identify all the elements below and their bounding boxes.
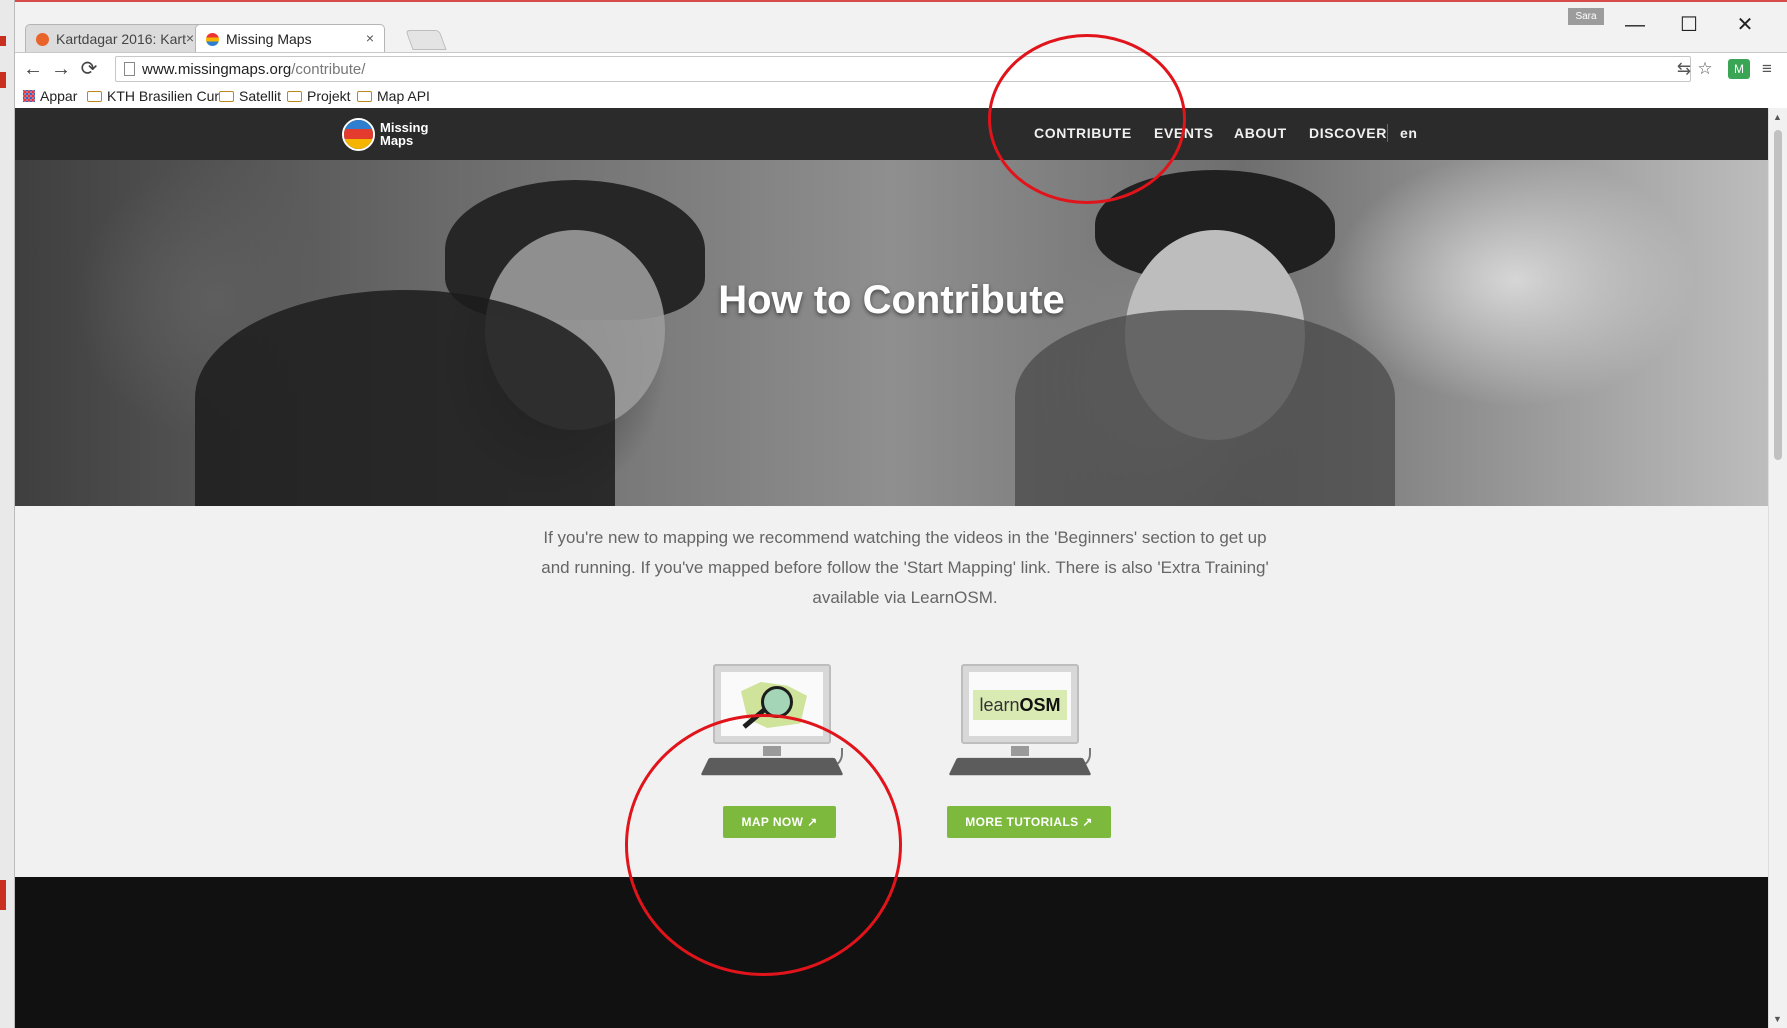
nav-about[interactable]: ABOUT (1234, 125, 1287, 141)
bookmark-satellit[interactable]: Satellit (219, 88, 281, 104)
bookmark-projekt[interactable]: Projekt (287, 88, 351, 104)
tab-missing-maps[interactable]: Missing Maps × (195, 24, 385, 52)
magnifier-icon (761, 686, 793, 718)
bookmark-map-api[interactable]: Map API (357, 88, 430, 104)
language-selector[interactable]: en (1400, 125, 1418, 141)
edge-mark (0, 880, 6, 910)
translate-icon[interactable]: ⇆ (1673, 59, 1695, 79)
intro-line: available via LearnOSM. (812, 588, 998, 607)
bookmark-kth[interactable]: KTH Brasilien Cur (87, 88, 219, 104)
monitor-stand (1011, 746, 1029, 756)
page-viewport: Missing Maps CONTRIBUTE EVENTS ABOUT DISC… (15, 108, 1768, 1028)
apps-grid-icon (23, 90, 35, 102)
folder-icon (287, 91, 302, 102)
tab-strip: Kartdagar 2016: Kart × Missing Maps × Sa… (15, 2, 1787, 52)
reload-icon[interactable]: ⟳ (77, 57, 101, 81)
scroll-up-icon[interactable]: ▲ (1773, 112, 1782, 122)
kartdagar-favicon-icon (36, 33, 49, 46)
hero-banner: How to Contribute (15, 160, 1768, 506)
edge-mark (0, 72, 6, 88)
learnosm-logo: learnOSM (973, 690, 1067, 720)
more-tutorials-button[interactable]: MORE TUTORIALS ↗ (947, 806, 1111, 838)
background-window-edge (0, 0, 15, 1028)
nav-contribute[interactable]: CONTRIBUTE (1034, 125, 1132, 141)
hero-photo-shape (1015, 310, 1395, 506)
computer-map-illustration (713, 664, 831, 744)
learnosm-card: learnOSM MORE TUTORIALS ↗ (923, 664, 1111, 838)
extension-icon[interactable]: M (1728, 59, 1750, 79)
address-bar[interactable]: www.missingmaps.org/contribute/ (115, 56, 1691, 82)
site-navbar: Missing Maps CONTRIBUTE EVENTS ABOUT DISC… (15, 108, 1768, 160)
new-tab-button[interactable] (405, 30, 447, 50)
scrollbar[interactable]: ▲ ▼ (1768, 108, 1787, 1028)
profile-badge[interactable]: Sara (1568, 8, 1604, 25)
close-tab-icon[interactable]: × (366, 30, 374, 46)
map-now-card: MAP NOW ↗ (675, 664, 845, 838)
tab-title: Missing Maps (226, 31, 312, 47)
hero-title: How to Contribute (718, 278, 1065, 322)
edge-mark (0, 36, 6, 46)
browser-toolbar: ← → ⟳ www.missingmaps.org/contribute/ ⇆ … (15, 52, 1787, 84)
page-icon (124, 62, 135, 76)
tab-title: Kartdagar 2016: Kart (56, 31, 186, 47)
intro-paragraph: If you're new to mapping we recommend wa… (495, 523, 1315, 613)
map-now-button[interactable]: MAP NOW ↗ (723, 806, 836, 838)
scrollbar-thumb[interactable] (1774, 130, 1782, 460)
logo-globe-icon (342, 118, 375, 151)
logo-text: Missing Maps (380, 120, 429, 148)
minimize-button[interactable]: — (1615, 12, 1655, 38)
monitor-stand (763, 746, 781, 756)
menu-icon[interactable]: ≡ (1756, 59, 1778, 79)
nav-events[interactable]: EVENTS (1154, 125, 1214, 141)
footer-bar (15, 877, 1768, 1028)
close-tab-icon[interactable]: × (186, 30, 194, 46)
browser-chrome: Kartdagar 2016: Kart × Missing Maps × Sa… (15, 0, 1787, 110)
missing-maps-favicon-icon (206, 33, 219, 46)
bookmarks-bar: Appar KTH Brasilien Cur Satellit Projekt… (15, 84, 1787, 110)
bookmark-apps[interactable]: Appar (23, 88, 77, 104)
intro-line: If you're new to mapping we recommend wa… (543, 528, 1267, 547)
url-text: www.missingmaps.org/contribute/ (142, 61, 366, 78)
folder-icon (87, 91, 102, 102)
nav-discover[interactable]: DISCOVER (1309, 125, 1387, 141)
keyboard-illustration (948, 757, 1092, 776)
computer-learnosm-illustration: learnOSM (961, 664, 1079, 744)
folder-icon (219, 91, 234, 102)
close-window-button[interactable]: ✕ (1725, 12, 1765, 38)
back-arrow-icon[interactable]: ← (21, 57, 45, 81)
tab-kartdagar[interactable]: Kartdagar 2016: Kart × (25, 24, 205, 52)
star-icon[interactable]: ☆ (1694, 59, 1716, 79)
keyboard-illustration (700, 757, 844, 776)
nav-divider (1387, 124, 1388, 142)
folder-icon (357, 91, 372, 102)
maximize-button[interactable]: ☐ (1669, 12, 1709, 38)
forward-arrow-icon[interactable]: → (49, 57, 73, 81)
scroll-down-icon[interactable]: ▼ (1773, 1014, 1782, 1024)
intro-line: and running. If you've mapped before fol… (541, 558, 1269, 577)
